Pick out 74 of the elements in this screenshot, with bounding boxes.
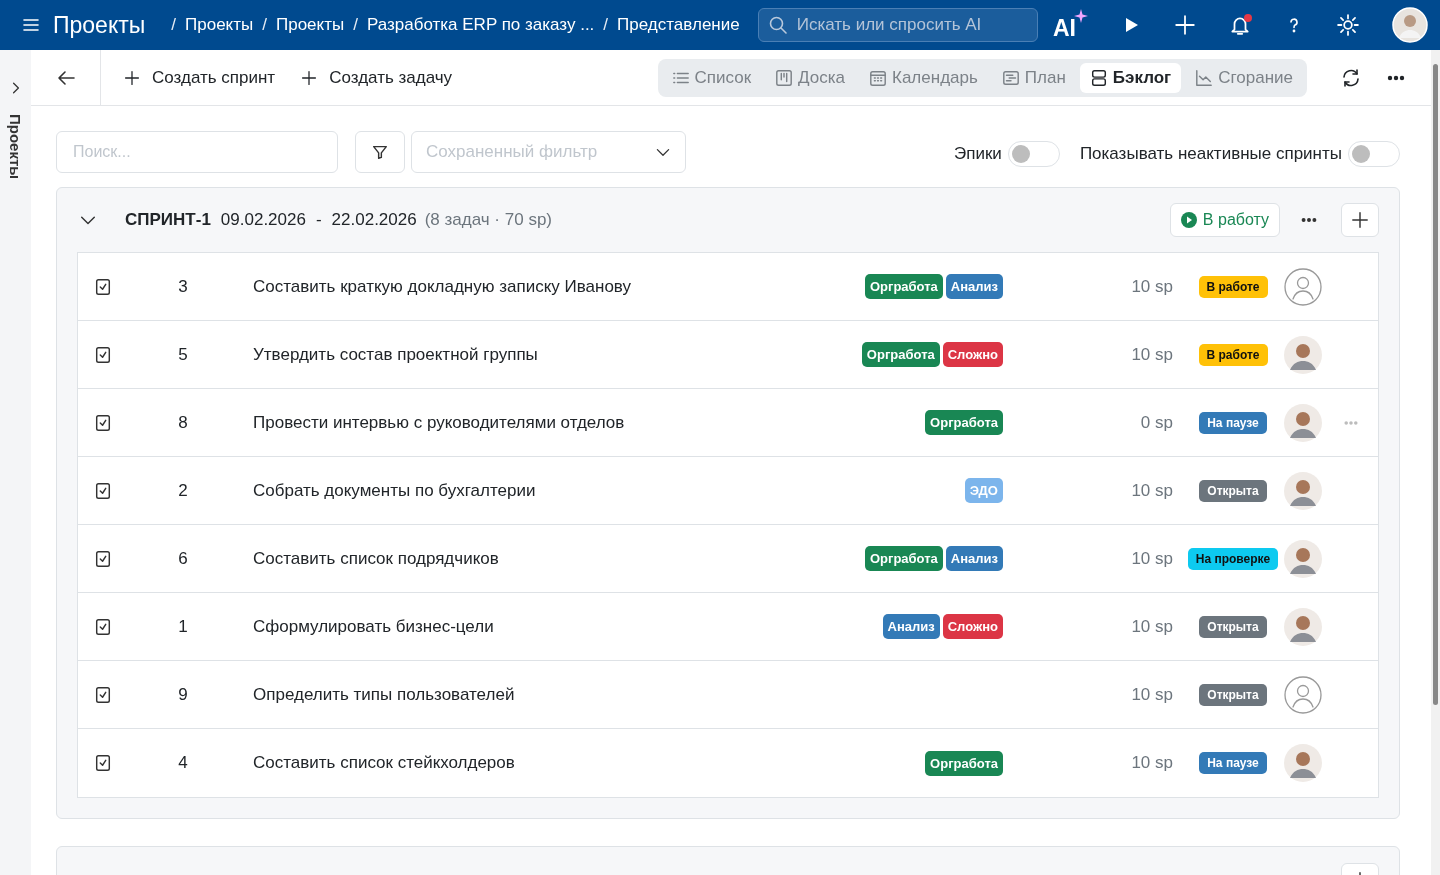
tag: Оргработа bbox=[925, 750, 1003, 776]
task-number: 6 bbox=[177, 548, 189, 569]
story-points: 10 sp bbox=[1130, 753, 1173, 773]
breadcrumb-link[interactable]: Разработка ERP по заказу ... bbox=[366, 15, 595, 35]
status-badge[interactable]: На проверке bbox=[1187, 547, 1279, 570]
story-points: 10 sp bbox=[1130, 616, 1173, 637]
task-title[interactable]: Сформулировать бизнес-цели bbox=[238, 616, 883, 637]
breadcrumb-link[interactable]: Представление bbox=[617, 15, 740, 35]
task-number: 5 bbox=[177, 344, 189, 365]
task-number: 8 bbox=[177, 412, 189, 433]
task-row[interactable]: 6 Составить список подрядчиков Оргработа Анализ 10 sp На проверке bbox=[78, 525, 1378, 593]
sprint-start-date: 09.02.2026 bbox=[220, 210, 306, 230]
task-title[interactable]: Составить список стейкхолдеров bbox=[238, 753, 926, 773]
sprint-summary: (8 задач · 70 sp) bbox=[424, 210, 552, 230]
task-title[interactable]: Собрать документы по бухгалтерии bbox=[238, 480, 965, 501]
tag: Анализ bbox=[945, 274, 1003, 299]
task-number: 4 bbox=[177, 753, 189, 773]
tag: Оргработа bbox=[864, 274, 943, 299]
task-row[interactable]: 3 Составить краткую докладную записку Иванову Оргработа Анализ 10 sp В работе bbox=[78, 253, 1378, 321]
toggle-label: Показывать неактивные спринты bbox=[1079, 143, 1342, 164]
breadcrumb-link[interactable]: Проекты bbox=[185, 15, 254, 35]
status-badge[interactable]: На паузе bbox=[1199, 411, 1267, 434]
task-row[interactable]: 4 Составить список стейкхолдеров Оргработа 10 sp На паузе bbox=[78, 729, 1378, 797]
breadcrumb-separator: / bbox=[171, 15, 177, 35]
story-points: 0 sp bbox=[1139, 412, 1173, 433]
tag: ЭДО bbox=[964, 478, 1003, 503]
breadcrumb-separator: / bbox=[262, 15, 267, 35]
status-badge[interactable]: В работе bbox=[1198, 343, 1268, 366]
task-number: 2 bbox=[177, 480, 189, 501]
view-tab[interactable]: Бэклог bbox=[1079, 62, 1182, 93]
breadcrumb-separator: / bbox=[353, 15, 358, 35]
tag: Оргработа bbox=[925, 410, 1003, 435]
task-title[interactable]: Составить краткую докладную записку Иванову bbox=[238, 276, 865, 297]
tag: Сложно bbox=[942, 614, 1003, 639]
sprint-end-date: 22.02.2026 bbox=[331, 210, 417, 230]
task-row[interactable]: 9 Определить типы пользователей 10 sp Открыта bbox=[78, 661, 1378, 729]
task-title[interactable]: Провести интервью с руководителями отделов bbox=[238, 412, 926, 433]
rail-label[interactable]: Проекты bbox=[7, 114, 24, 180]
task-title[interactable]: Утвердить состав проектной группы bbox=[238, 344, 862, 365]
status-badge[interactable]: В работе bbox=[1198, 275, 1268, 298]
start-sprint-button[interactable]: В работу bbox=[1169, 203, 1280, 237]
status-badge[interactable]: Открыта bbox=[1199, 479, 1267, 502]
story-points: 10 sp bbox=[1130, 276, 1173, 297]
date-dash: - bbox=[315, 210, 322, 230]
story-points: 10 sp bbox=[1130, 548, 1173, 569]
status-badge[interactable]: Открыта bbox=[1199, 683, 1267, 706]
search-field[interactable]: Искать или спросить AI bbox=[757, 8, 1038, 42]
task-number: 9 bbox=[177, 684, 189, 705]
tag: Анализ bbox=[882, 614, 940, 639]
status-badge[interactable]: Открыта bbox=[1199, 615, 1267, 638]
create-button[interactable]: Создать спринт bbox=[111, 67, 289, 88]
ai-button[interactable]: AI bbox=[1053, 8, 1088, 42]
story-points: 10 sp bbox=[1130, 344, 1173, 365]
task-row[interactable]: 2 Собрать документы по бухгалтерии ЭДО 10 sp Открыта bbox=[78, 457, 1378, 525]
task-title[interactable]: Составить список подрядчиков bbox=[238, 548, 865, 569]
tag: Анализ bbox=[945, 546, 1003, 571]
tag: Сложно bbox=[942, 342, 1003, 367]
app-title[interactable]: Проекты bbox=[53, 11, 146, 39]
tag: Оргработа bbox=[864, 546, 943, 571]
breadcrumb-separator: / bbox=[603, 15, 609, 35]
toggle-label: Эпики bbox=[954, 143, 1002, 164]
create-button[interactable]: Создать задачу bbox=[288, 67, 466, 88]
task-number: 1 bbox=[177, 616, 189, 637]
task-title[interactable]: Определить типы пользователей bbox=[238, 684, 1003, 705]
story-points: 10 sp bbox=[1130, 684, 1173, 705]
task-row[interactable]: 1 Сформулировать бизнес-цели Анализ Сложно 10 sp Открыта bbox=[78, 593, 1378, 661]
task-row[interactable]: 8 Провести интервью с руководителями отделов Оргработа 0 sp На паузе bbox=[78, 389, 1378, 457]
tag: Оргработа bbox=[861, 342, 940, 367]
task-number: 3 bbox=[177, 276, 189, 297]
story-points: 10 sp bbox=[1130, 480, 1173, 501]
breadcrumb-link[interactable]: Проекты bbox=[276, 15, 345, 35]
status-badge[interactable]: На паузе bbox=[1199, 752, 1267, 774]
task-row[interactable]: 5 Утвердить состав проектной группы Оргработа Сложно 10 sp В работе bbox=[78, 321, 1378, 389]
sprint-name: СПРИНТ-1 bbox=[125, 210, 211, 230]
